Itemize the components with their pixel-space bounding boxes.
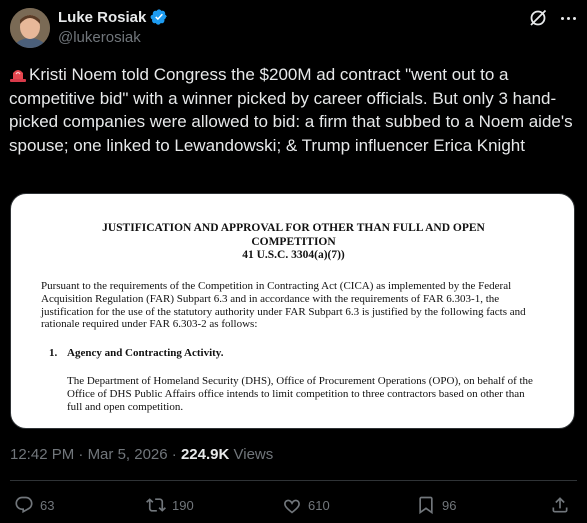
more-options-icon[interactable] (556, 8, 580, 28)
post-time[interactable]: 12:42 PM (10, 446, 74, 463)
document-section-heading: 1. Agency and Contracting Activity. (49, 347, 223, 359)
post-date[interactable]: Mar 5, 2026 (88, 446, 168, 463)
verified-badge-icon (150, 8, 168, 26)
reply-icon (15, 496, 33, 514)
share-button[interactable] (550, 495, 570, 515)
attached-document-image[interactable]: JUSTIFICATION AND APPROVAL FOR OTHER THA… (10, 193, 575, 429)
reply-count: 63 (40, 497, 55, 513)
tweet-post: Luke Rosiak @lukerosiak Kristi Noem told… (0, 0, 587, 523)
display-name[interactable]: Luke Rosiak (58, 9, 146, 26)
avatar[interactable] (10, 8, 50, 48)
repost-icon (146, 498, 166, 512)
document-citation: 41 U.S.C. 3304(a)(7)) (242, 249, 345, 261)
document-title-line: COMPETITION (251, 235, 336, 248)
share-icon (552, 497, 568, 513)
bookmark-button[interactable]: 96 (416, 495, 456, 515)
like-count: 610 (308, 497, 330, 513)
author-name-row[interactable]: Luke Rosiak (58, 8, 168, 26)
section-number: 1. (49, 347, 58, 359)
like-button[interactable]: 610 (282, 495, 330, 515)
rotating-light-icon (9, 65, 27, 83)
author-handle[interactable]: @lukerosiak (58, 29, 141, 46)
bookmark-count: 96 (442, 497, 457, 513)
section-title: Agency and Contracting Activity. (67, 347, 224, 359)
document-title: JUSTIFICATION AND APPROVAL FOR OTHER THA… (51, 222, 536, 263)
repost-count: 190 (172, 497, 194, 513)
document-paragraph: The Department of Homeland Security (DHS… (67, 375, 533, 413)
tweet-body: Kristi Noem told Congress the $200M ad c… (9, 65, 573, 155)
action-bar: 63 190 610 96 (0, 495, 587, 519)
tweet-text: Kristi Noem told Congress the $200M ad c… (9, 63, 574, 157)
grok-icon[interactable] (528, 8, 548, 28)
views-count[interactable]: 224.9K (181, 446, 229, 463)
bookmark-icon (419, 496, 433, 515)
document-paragraph: Pursuant to the requirements of the Comp… (41, 280, 526, 331)
heart-icon (284, 499, 300, 514)
divider (10, 480, 577, 481)
tweet-meta: 12:42 PM · Mar 5, 2026 · 224.9K Views (10, 446, 273, 463)
repost-button[interactable]: 190 (146, 495, 194, 515)
views-label: Views (233, 446, 274, 463)
document-title-line: JUSTIFICATION AND APPROVAL FOR OTHER THA… (102, 222, 485, 234)
meta-separator: · (167, 446, 181, 463)
meta-separator: · (74, 446, 88, 463)
reply-button[interactable]: 63 (14, 495, 54, 515)
